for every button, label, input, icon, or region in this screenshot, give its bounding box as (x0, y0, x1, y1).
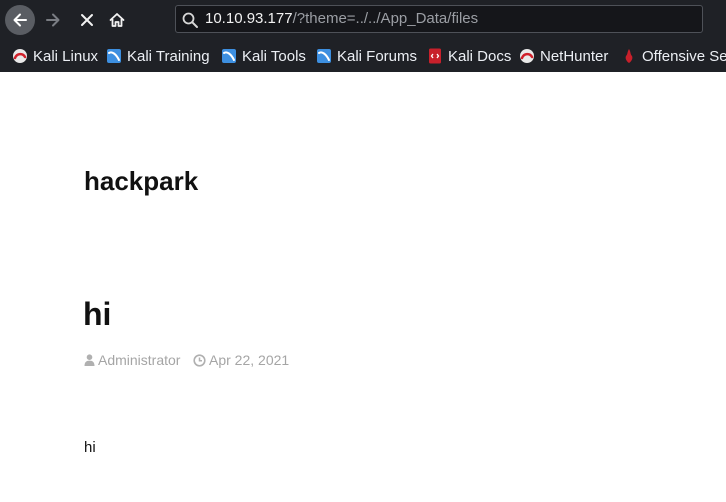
kali-docs-icon (429, 48, 441, 64)
browser-chrome: 10.10.93.177/?theme=../../App_Data/files… (0, 0, 726, 72)
bookmark-label: Kali Forums (337, 47, 418, 65)
bookmark-kali-linux[interactable]: Kali Linux (12, 46, 98, 66)
search-icon (182, 12, 198, 28)
bookmark-label: Offensive Sec (642, 47, 726, 65)
bookmark-kali-docs[interactable]: Kali Docs (427, 46, 511, 66)
url-path: /?theme=../../App_Data/files (292, 10, 479, 27)
post-body: hi (84, 439, 96, 456)
bookmark-kali-forums[interactable]: Kali Forums (316, 46, 417, 66)
home-icon (109, 13, 125, 27)
web-page-content: hackpark hi Administrator Apr 22, 2021 h… (0, 72, 726, 502)
arrow-left-icon (13, 13, 27, 27)
bookmark-kali-tools[interactable]: Kali Tools (221, 46, 306, 66)
site-title-link[interactable]: hackpark (84, 166, 198, 197)
bookmark-label: NetHunter (540, 47, 609, 65)
arrow-right-icon (46, 13, 60, 27)
back-button[interactable] (5, 5, 35, 35)
post-author-name: Administrator (98, 352, 181, 368)
post-title-link[interactable]: hi (83, 296, 111, 333)
bookmarks-toolbar: Kali Linux Kali Training Kali Tools Kali… (0, 42, 726, 70)
kali-tools-icon (222, 49, 236, 63)
bookmark-label: Kali Docs (448, 47, 512, 65)
url-text[interactable]: 10.10.93.177/?theme=../../App_Data/files (205, 6, 478, 32)
stop-loading-button[interactable] (72, 5, 102, 35)
bookmark-label: Kali Tools (242, 47, 306, 65)
post-date: Apr 22, 2021 (193, 352, 289, 368)
bookmark-nethunter[interactable]: NetHunter (519, 46, 608, 66)
kali-forums-icon (317, 49, 331, 63)
post-date-text: Apr 22, 2021 (209, 352, 290, 368)
bookmark-offensive-security[interactable]: Offensive Sec (621, 46, 726, 66)
forward-button[interactable] (38, 5, 68, 35)
navigation-bar: 10.10.93.177/?theme=../../App_Data/files (0, 0, 726, 40)
close-icon (81, 14, 93, 26)
bookmark-label: Kali Training (127, 47, 210, 65)
post-author[interactable]: Administrator (84, 352, 180, 368)
nethunter-icon (520, 49, 534, 63)
url-host: 10.10.93.177 (205, 10, 293, 27)
home-button[interactable] (102, 5, 132, 35)
clock-icon (193, 353, 206, 367)
kali-dragon-icon (13, 49, 27, 63)
address-bar[interactable]: 10.10.93.177/?theme=../../App_Data/files (175, 5, 703, 33)
user-icon (84, 354, 95, 366)
bookmark-kali-training[interactable]: Kali Training (106, 46, 210, 66)
offensive-security-icon (625, 49, 633, 63)
kali-training-icon (107, 49, 121, 63)
bookmark-label: Kali Linux (33, 47, 99, 65)
